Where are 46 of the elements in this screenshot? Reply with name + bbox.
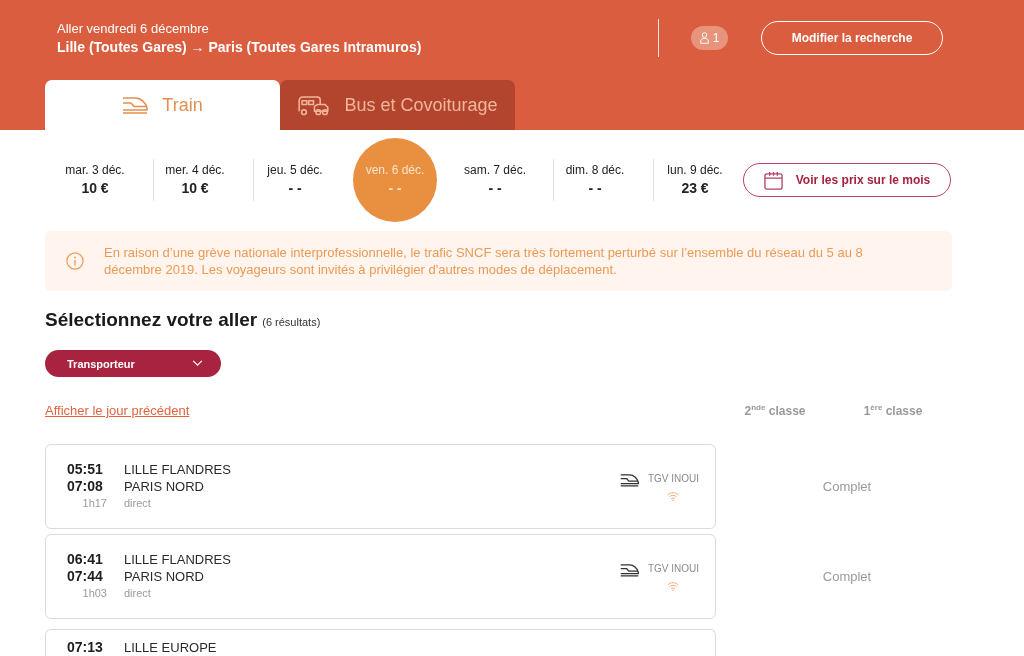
alert-message: En raison d’une grève nationale interprofessionnelle, le trafic SNCF sera très fortement perturbé sur l’ensemble du réseau du 5 au 8 décembre 2019. Les voyageurs sont invités à privilégier d'autres modes de déplacement.	[104, 244, 864, 278]
chevron-down-icon	[192, 360, 203, 367]
calendar-icon	[763, 170, 783, 190]
fare-status: Complet	[822, 479, 872, 494]
van-icon	[297, 94, 331, 116]
trip-route: Lille (Toutes Gares) → Paris (Toutes Gares Intramuros)	[57, 38, 422, 56]
train-result-card[interactable]: 06:41 LILLE FLANDRES 07:44 PARIS NORD 1h03 direct TGV INOUI	[45, 534, 716, 619]
person-icon	[699, 32, 709, 44]
fare-class-header: 1$^{ère}$ classe	[862, 402, 924, 418]
trip-duration: 1h03	[81, 586, 107, 601]
train-icon	[619, 472, 639, 487]
train-result-card[interactable]: 07:13 LILLE EUROPE	[45, 629, 716, 656]
date-tab[interactable]: mar. 3 déc. 10 €	[53, 138, 137, 222]
info-icon	[66, 252, 84, 270]
date-tab[interactable]: sam. 7 déc. - -	[453, 138, 537, 222]
operator-label: TGV INOUI	[647, 562, 699, 575]
departure-time: 05:51	[67, 461, 104, 478]
fare-status: Complet	[822, 569, 872, 584]
date-tab[interactable]: lun. 9 déc. 23 €	[653, 138, 737, 222]
trip-duration: 1h17	[81, 496, 107, 511]
trip-date: Aller vendredi 6 décembre	[57, 20, 210, 37]
previous-day-link[interactable]: Afficher le jour précédent	[45, 403, 190, 418]
connection-type: direct	[124, 496, 152, 511]
origin-station: LILLE FLANDRES	[124, 461, 231, 478]
connection-type: direct	[124, 586, 152, 601]
departure-time: 07:13	[67, 639, 104, 656]
fare-class-header: 2$^{nde}$ classe	[743, 402, 807, 418]
date-tab[interactable]: jeu. 5 déc. - -	[253, 138, 337, 222]
carrier-dropdown[interactable]: Transporteur	[45, 350, 221, 377]
operator-label: TGV INOUI	[647, 472, 699, 485]
date-tab[interactable]: mer. 4 déc. 10 €	[153, 138, 237, 222]
destination-station: PARIS NORD	[124, 568, 205, 585]
passenger-count: 1	[712, 31, 720, 45]
train-icon	[619, 562, 639, 577]
destination-station: PARIS NORD	[124, 478, 205, 495]
departure-time: 06:41	[67, 551, 104, 568]
train-result-card[interactable]: 05:51 LILLE FLANDRES 07:08 PARIS NORD 1h17 direct TGV INOUI	[45, 444, 716, 529]
origin-station: LILLE FLANDRES	[124, 551, 231, 568]
section-title: Sélectionnez votre aller	[45, 309, 258, 331]
arrival-time: 07:44	[67, 568, 104, 585]
result-count: (6 résultats)	[262, 315, 321, 330]
origin-station: LILLE EUROPE	[124, 639, 217, 656]
date-tab[interactable]: dim. 8 déc. - -	[553, 138, 637, 222]
train-icon	[122, 96, 149, 114]
arrival-time: 07:08	[67, 478, 104, 495]
month-prices-button[interactable]: Voir les prix sur le mois	[743, 163, 951, 197]
